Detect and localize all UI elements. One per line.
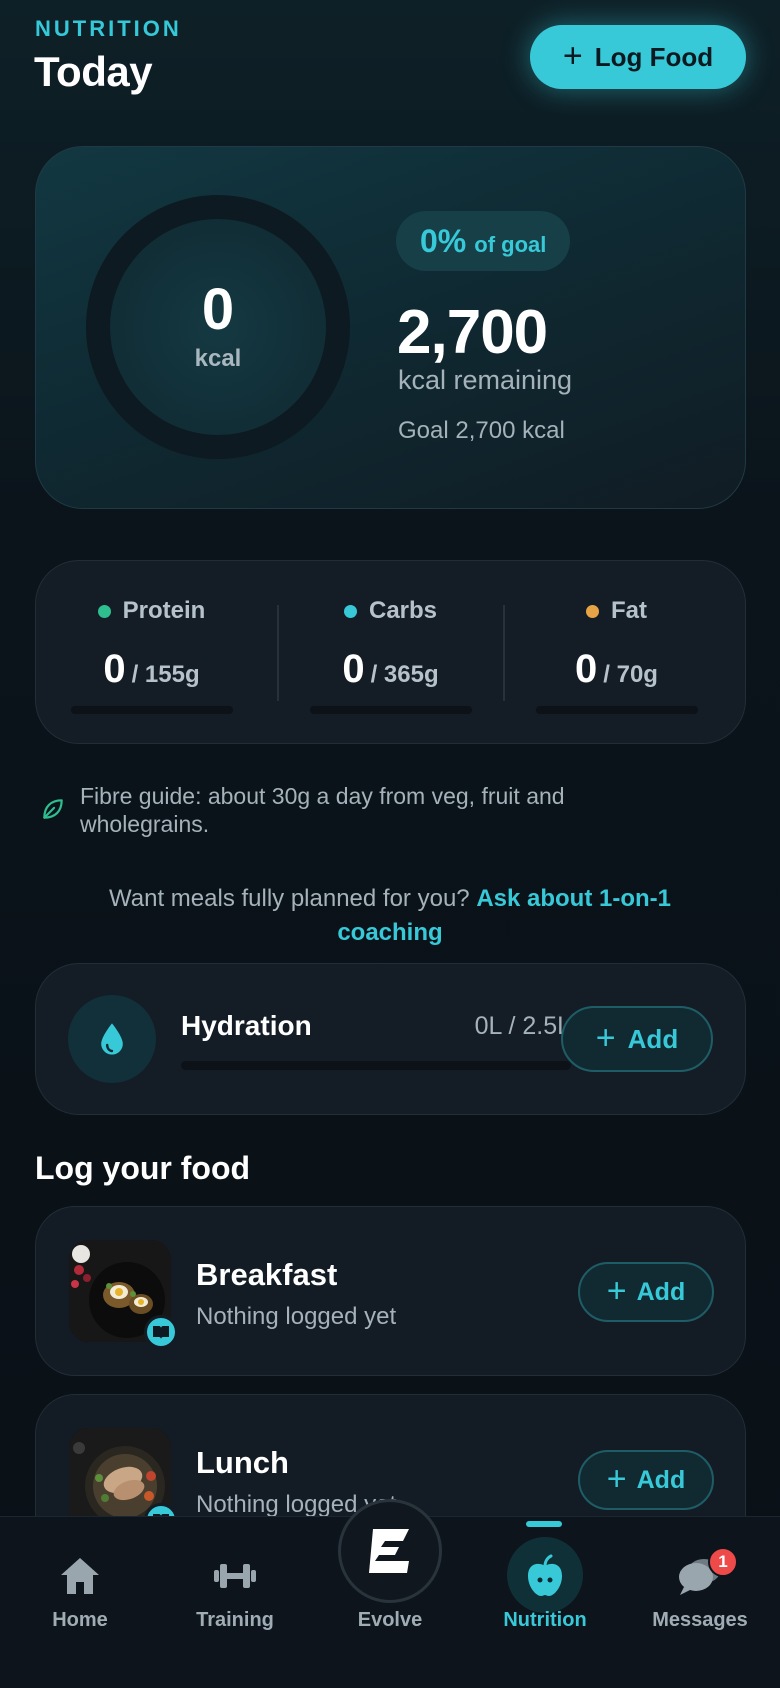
apple-icon [470,1551,620,1601]
add-lunch-button[interactable]: + Add [578,1450,714,1510]
hydration-card: Hydration 0L / 2.5L + Add [35,963,746,1115]
calories-unit: kcal [194,345,242,372]
calorie-ring: 0 kcal [86,195,350,459]
add-water-button[interactable]: + Add [561,1006,713,1072]
add-label: Add [636,1277,686,1306]
macro-protein: Protein 0 / 155g [39,597,264,714]
nav-nutrition[interactable]: Nutrition [470,1551,620,1632]
macro-value: 0 [103,647,126,691]
macro-progress-bar [535,706,698,714]
macro-name: Protein [122,597,206,624]
goal-percent-badge: 0% of goal [396,211,571,271]
macro-target: / 155g [131,661,200,688]
macro-name: Carbs [368,597,438,624]
fibre-tip-text: Fibre guide: about 30g a day from veg, f… [80,783,565,837]
macros-card: Protein 0 / 155g Carbs 0 / 365g Fat 0 / … [35,560,746,744]
plus-icon: + [595,1018,616,1057]
macro-value: 0 [342,647,365,691]
hydration-amount: 0L / 2.5L [474,1012,571,1040]
macro-target: / 365g [370,661,439,688]
fat-dot [586,604,599,618]
nutrition-screen: NUTRITION Today + Log Food 0 kcal 0% of … [0,0,780,1688]
add-breakfast-button[interactable]: + Add [578,1262,714,1322]
messages-unread-badge: 1 [708,1547,738,1577]
fibre-tip: Fibre guide: about 30g a day from veg, f… [40,782,700,838]
meal-status: Nothing logged yet [196,1303,397,1330]
plus-icon: + [606,1459,627,1498]
calorie-goal: Goal 2,700 kcal [398,417,565,444]
active-tab-indicator [526,1521,562,1527]
calories-consumed: 0 [201,277,235,342]
section-eyebrow: NUTRITION [35,16,182,41]
add-label: Add [636,1465,686,1494]
protein-dot [97,604,111,618]
nav-evolve[interactable]: Evolve [315,1551,465,1632]
calories-remaining-label: kcal remaining [398,365,573,395]
chat-icon [625,1551,775,1601]
nav-label: Training [196,1609,274,1631]
recipe-book-icon [144,1315,178,1349]
goal-percent: 0% [420,223,467,259]
plus-icon: + [562,36,583,75]
carbs-dot [343,604,357,618]
nav-home[interactable]: Home [5,1551,155,1632]
goal-of-label: of goal [474,232,547,257]
nav-label: Messages [652,1609,748,1631]
calorie-summary-card: 0 kcal 0% of goal 2,700 kcal remaining G… [35,146,746,509]
water-drop-icon [68,995,156,1083]
bottom-navigation: Home Training Evolve Nutrition Messages … [0,1499,780,1688]
macro-carbs: Carbs 0 / 365g [278,597,503,714]
nav-label: Evolve [357,1609,423,1631]
nav-messages[interactable]: Messages [625,1551,775,1632]
hydration-title: Hydration [181,1010,312,1041]
coaching-prompt-text: Want meals fully planned for you? [109,885,470,912]
log-food-button[interactable]: + Log Food [530,25,746,89]
macro-value: 0 [575,647,598,691]
nav-label: Home [52,1609,108,1631]
macro-name: Fat [611,597,647,624]
leaf-icon [43,799,63,819]
meal-name: Lunch [196,1445,289,1480]
macro-fat: Fat 0 / 70g [504,597,729,714]
meal-name: Breakfast [196,1257,338,1292]
dumbbell-icon [160,1551,310,1601]
calories-remaining-value: 2,700 [397,298,548,367]
hydration-progress-bar [181,1061,571,1070]
plus-icon: + [606,1271,627,1310]
meal-card-breakfast[interactable]: Breakfast Nothing logged yet + Add [35,1206,746,1376]
page-title: Today [34,48,153,95]
macro-progress-bar [70,706,233,714]
add-water-label: Add [627,1023,679,1054]
log-food-section-title: Log your food [35,1150,251,1186]
nav-training[interactable]: Training [160,1551,310,1632]
macro-progress-bar [309,706,472,714]
coaching-prompt: Want meals fully planned for you? Ask ab… [60,882,720,950]
nav-label: Nutrition [503,1609,587,1631]
log-food-label: Log Food [594,41,714,72]
home-icon [5,1551,155,1601]
macro-target: / 70g [603,661,658,688]
